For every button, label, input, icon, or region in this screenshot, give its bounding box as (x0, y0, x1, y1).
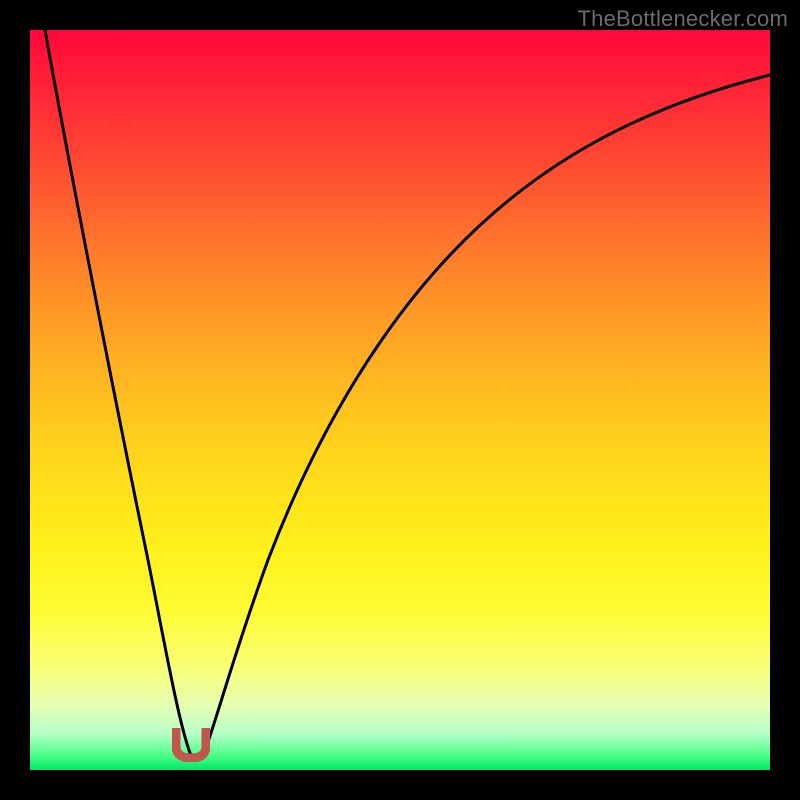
plot-area (30, 30, 770, 770)
watermark-text: TheBottlenecker.com (578, 6, 788, 32)
minimum-marker (172, 728, 210, 762)
bottleneck-curve (30, 30, 770, 770)
